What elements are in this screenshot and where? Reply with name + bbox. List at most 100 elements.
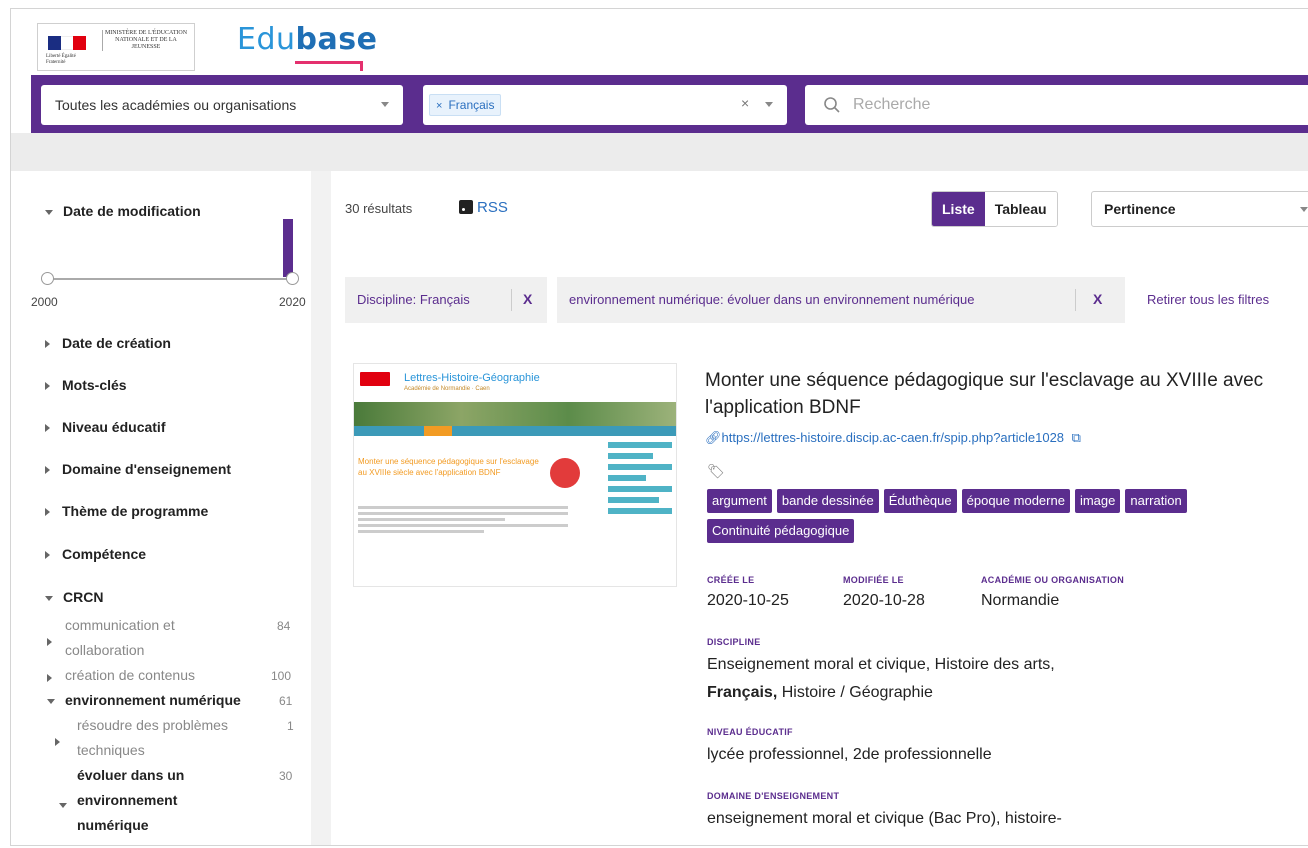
tag[interactable]: argument	[707, 489, 772, 513]
search-input[interactable]: Recherche	[853, 96, 930, 114]
filter-label: Discipline: Français	[357, 292, 470, 307]
facet-date-creation[interactable]: Date de création	[45, 335, 171, 351]
crcn-item-active[interactable]: environnement numérique	[65, 688, 241, 713]
active-filter: environnement numérique: évoluer dans un…	[557, 277, 1125, 323]
discipline-label: Discipline	[707, 637, 761, 647]
chevron-right-icon	[45, 382, 50, 391]
tag[interactable]: Éduthèque	[883, 489, 957, 513]
remove-filter-button[interactable]: X	[1093, 291, 1102, 307]
link-icon: 🔗︎	[705, 430, 722, 445]
discipline-line2: Histoire / Géographie	[777, 684, 933, 701]
tag[interactable]: Continuité pédagogique	[707, 519, 855, 543]
chevron-right-icon[interactable]	[55, 733, 72, 751]
rss-link[interactable]: RSS	[459, 199, 508, 216]
tag[interactable]: narration	[1125, 489, 1187, 513]
crcn-count: 84	[277, 619, 291, 633]
chevron-right-icon	[45, 340, 50, 349]
chevron-right-icon[interactable]	[47, 669, 64, 687]
brand-underline	[295, 61, 363, 71]
remove-filter-button[interactable]: X	[523, 291, 532, 307]
results-count: 30 résultats	[345, 201, 413, 216]
chevron-down-icon[interactable]	[47, 693, 65, 711]
header: Liberté Égalité Fraternité Ministère de …	[11, 9, 1308, 75]
facet-label: Date de création	[62, 335, 171, 351]
active-filter: Discipline: Français X	[345, 277, 547, 323]
rss-icon	[459, 200, 473, 214]
academy-select-value: Toutes les académies ou organisations	[55, 97, 297, 113]
tag[interactable]: époque moderne	[961, 489, 1070, 513]
chip-remove-icon[interactable]: ×	[436, 100, 442, 112]
crcn-count: 30	[279, 769, 293, 783]
rss-label: RSS	[477, 199, 508, 216]
edubase-logo[interactable]: Edubase	[237, 23, 377, 57]
tag[interactable]: image	[1074, 489, 1121, 513]
slider-handle-end[interactable]	[286, 272, 299, 285]
thumb-heading: Monter une séquence pédagogique sur l'es…	[358, 457, 539, 477]
facet-label: Date de modification	[63, 203, 201, 219]
sort-select[interactable]: Pertinence	[1091, 191, 1308, 227]
facet-competence[interactable]: Compétence	[45, 546, 146, 562]
discipline-select[interactable]: × Français ×	[423, 85, 787, 125]
domaine-label: Domaine d'enseignement	[707, 791, 840, 801]
facet-crcn[interactable]: CRCN	[45, 589, 103, 605]
slider-handle-start[interactable]	[41, 272, 54, 285]
search-field[interactable]: Recherche	[805, 85, 1308, 125]
view-table-button[interactable]: Tableau	[984, 192, 1057, 226]
result-link[interactable]: 🔗︎https://lettres-histoire.discip.ac-cae…	[705, 430, 1081, 446]
search-icon	[824, 97, 840, 113]
chevron-down-icon	[45, 209, 53, 215]
crcn-subitem[interactable]: résoudre des problèmes techniques	[77, 713, 257, 763]
crcn-count: 61	[279, 694, 293, 708]
thumb-banner	[354, 402, 676, 426]
thumb-illustration	[550, 458, 580, 488]
result-thumbnail[interactable]: Lettres-Histoire-Géographie Académie de …	[353, 363, 677, 587]
academy-label: Académie ou organisation	[981, 575, 1125, 585]
created-value: 2020-10-25	[707, 592, 789, 609]
external-link-icon: ⧉	[1071, 430, 1081, 445]
crcn-item[interactable]: création de contenus	[65, 663, 195, 688]
crcn-subitem-active[interactable]: évoluer dans un environnement numérique	[77, 763, 227, 838]
ministry-logo[interactable]: Liberté Égalité Fraternité Ministère de …	[37, 23, 195, 71]
chip-label: Français	[448, 98, 495, 112]
date-slider-track[interactable]	[47, 278, 293, 280]
chevron-down-icon[interactable]	[59, 797, 77, 815]
domaine-value: enseignement moral et civique (Bac Pro),…	[707, 810, 1062, 827]
thumb-title: Lettres-Histoire-Géographie	[404, 372, 540, 384]
view-list-button[interactable]: Liste	[932, 192, 985, 226]
tag[interactable]: bande dessinée	[776, 489, 879, 513]
app-frame: Liberté Égalité Fraternité Ministère de …	[10, 8, 1308, 846]
chevron-down-icon[interactable]	[765, 102, 773, 107]
discipline-value: Enseignement moral et civique, Histoire …	[707, 651, 1307, 707]
chevron-right-icon[interactable]	[47, 633, 64, 651]
facet-domaine[interactable]: Domaine d'enseignement	[45, 461, 231, 477]
result-url: https://lettres-histoire.discip.ac-caen.…	[721, 430, 1065, 445]
thumb-subtitle: Académie de Normandie · Caen	[404, 386, 490, 392]
academy-select[interactable]: Toutes les académies ou organisations	[41, 85, 403, 125]
reset-filters-link[interactable]: Retirer tous les filtres	[1147, 292, 1269, 307]
facet-mots-cles[interactable]: Mots-clés	[45, 377, 127, 393]
crcn-item[interactable]: communication et collaboration	[65, 613, 255, 663]
site-logo	[360, 372, 390, 386]
crcn-count: 100	[271, 669, 292, 683]
brand-bold: base	[295, 22, 378, 57]
divider	[511, 289, 512, 311]
facet-niveau-educatif[interactable]: Niveau éducatif	[45, 419, 165, 435]
view-toggle: Liste Tableau	[931, 191, 1058, 227]
clear-icon[interactable]: ×	[741, 95, 749, 111]
rf-motto: Liberté Égalité Fraternité	[46, 54, 76, 65]
facet-theme[interactable]: Thème de programme	[45, 503, 208, 519]
divider	[1075, 289, 1076, 311]
chevron-right-icon	[45, 551, 50, 560]
chevron-down-icon	[381, 102, 389, 107]
histogram-bar	[283, 219, 293, 277]
sort-value: Pertinence	[1104, 201, 1176, 217]
facet-label: Domaine d'enseignement	[62, 461, 232, 477]
brand-light: Edu	[237, 22, 296, 57]
facet-sidebar: Date de modification 2000 2020 Date de c…	[31, 171, 311, 845]
crcn-count: 1	[287, 719, 294, 733]
modified-label: Modifiée le	[843, 575, 904, 585]
facet-date-modification[interactable]: Date de modification	[45, 203, 201, 219]
chevron-right-icon	[45, 466, 50, 475]
discipline-chip: × Français	[429, 94, 502, 116]
result-title[interactable]: Monter une séquence pédagogique sur l'es…	[705, 367, 1308, 421]
